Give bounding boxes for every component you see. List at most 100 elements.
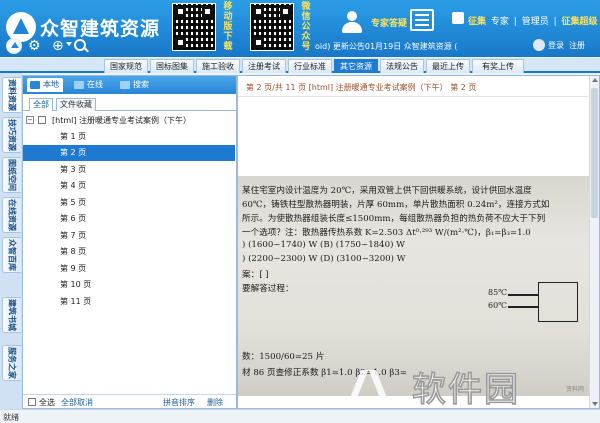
header-link-super-collect[interactable]: 征集超级: [562, 17, 598, 27]
status-bar: 就绪: [0, 409, 600, 423]
header-separator: |: [513, 17, 517, 27]
search-icon[interactable]: [74, 39, 86, 51]
divider: [238, 96, 588, 97]
root-checkbox[interactable]: [38, 116, 46, 124]
tree-page-item[interactable]: 第 10 页: [23, 277, 235, 293]
filter-tab-all[interactable]: 全部: [29, 98, 53, 111]
diagram-pipe: [508, 294, 538, 296]
globe-icon: [74, 81, 84, 89]
collapse-icon[interactable]: −: [26, 116, 34, 124]
tree-page-item[interactable]: 第 4 页: [23, 178, 235, 194]
documents-icon[interactable]: [410, 9, 434, 31]
panel-tab-label: 本地: [43, 80, 59, 89]
header-links: 征集 专家 | 管理员 | 征集超级: [438, 14, 600, 27]
search-icon: [120, 81, 130, 89]
filter-tab-favorites[interactable]: 文件收藏: [56, 98, 96, 111]
category-tabs: 国家规范 国标图集 施工验收 注册考试 行业标准 其它资源 法规公告 最近上传 …: [0, 58, 600, 73]
side-tab-label: 在线资源: [7, 199, 17, 231]
diagram-label: 85℃: [488, 288, 508, 297]
tree-page-item[interactable]: 第 8 页: [23, 244, 235, 260]
panel-tabs: 本地 在线 搜索: [23, 76, 236, 94]
tree-page-item-selected[interactable]: 第 2 页: [23, 145, 235, 161]
side-tab-label: 建筑书城: [7, 299, 17, 331]
header-link-expert[interactable]: 专家: [491, 17, 509, 27]
tree-root-label[interactable]: [html] 注册暖通专业考试案例（下午）: [52, 115, 191, 126]
side-tab-drawings[interactable]: 图纸空间: [2, 157, 21, 193]
add-icon[interactable]: ⊕: [52, 39, 64, 53]
tree-page-item[interactable]: 第 7 页: [23, 228, 235, 244]
diagram-radiator: [538, 282, 578, 322]
status-text: 就绪: [3, 413, 19, 422]
diagram-pipe: [508, 306, 538, 308]
tree-page-item[interactable]: 第 6 页: [23, 211, 235, 227]
panel-tab-online[interactable]: 在线: [71, 78, 103, 92]
panel-tab-label: 在线: [87, 80, 103, 89]
watermark-text: 软件园: [412, 370, 520, 411]
scroll-up-icon[interactable]: [592, 78, 598, 82]
side-tab-online[interactable]: 在线资源: [2, 197, 21, 233]
tab-construction-acceptance[interactable]: 施工验收: [196, 59, 240, 73]
cancel-all-link[interactable]: 全部取消: [61, 397, 93, 408]
side-tab-tips[interactable]: 技巧资源: [2, 117, 21, 153]
watermark-logo-icon: [352, 366, 406, 410]
side-tab-bookstore[interactable]: 建筑书城: [2, 297, 21, 333]
toolbar: ⚙ ⊕ oid) 更新公告01月19日 众智建筑资源 ( 登录 注册: [0, 36, 600, 58]
tree-page-item[interactable]: 第 5 页: [23, 195, 235, 211]
tree-page-item[interactable]: 第 11 页: [23, 294, 235, 310]
scan-text-line: 要解答过程：: [242, 284, 294, 294]
scroll-down-icon[interactable]: [592, 402, 598, 406]
scan-text-line: 一个选项？注：散热器传热系数 K=2.503 Δt⁰·²⁹³ W/(m²·℃)，…: [242, 228, 531, 238]
side-tab-label: 技巧资源: [7, 119, 17, 151]
tab-reward-upload[interactable]: 有奖上传: [472, 59, 524, 73]
select-all-checkbox[interactable]: [28, 398, 36, 406]
panel-tab-local[interactable]: 本地: [27, 78, 63, 92]
tree-page-item[interactable]: 第 1 页: [23, 129, 235, 145]
panel-tab-label: 搜索: [133, 80, 149, 89]
tree-page-item[interactable]: 第 9 页: [23, 261, 235, 277]
header-separator: |: [553, 17, 557, 27]
tree-root-item[interactable]: − [html] 注册暖通专业考试案例（下午）: [26, 114, 234, 128]
scan-text-line: 所示。为使散热器组装长度≤1500mm，每组散热器负担的热负荷不应大于下列: [242, 214, 546, 224]
chevron-down-icon[interactable]: [66, 42, 72, 46]
notice-ticker[interactable]: oid) 更新公告01月19日 众智建筑资源 (: [315, 41, 457, 52]
panel-tab-search[interactable]: 搜索: [117, 78, 149, 92]
scan-text-line: 数：1500/60=25 片: [242, 352, 325, 362]
side-tab-label: 服务之家: [7, 347, 17, 379]
login-user-icon: [533, 39, 545, 51]
tab-industry-standards[interactable]: 行业标准: [288, 59, 332, 73]
side-tab-label: 图纸空间: [7, 159, 17, 191]
tab-other-resources[interactable]: 其它资源: [334, 59, 378, 73]
side-tab-label: 众智百库: [7, 239, 17, 271]
scan-text-line: 60℃，铸铁柱型散热器明装，片厚 60mm，单片散热面积 0.24m²，连接方式…: [242, 200, 550, 210]
header-link-collect[interactable]: 征集: [468, 17, 486, 27]
radiator-diagram: 85℃ 60℃: [486, 272, 590, 328]
select-all-label[interactable]: 全选: [39, 397, 55, 408]
scan-text-line: ) (2200~2300) W (D) (3100~3200) W: [242, 254, 406, 264]
header-link-admin[interactable]: 管理员: [522, 17, 549, 27]
scroll-thumb[interactable]: [591, 88, 598, 218]
tab-recent-uploads[interactable]: 最近上传: [426, 59, 470, 73]
home-icon[interactable]: [6, 38, 22, 54]
delete-link[interactable]: 删除: [207, 397, 223, 408]
side-tab-service[interactable]: 服务之家: [2, 345, 21, 381]
app-window: 众智建筑资源 移动版下载 微信公众号 专家答疑 征集 专家 | 管理员 | 征集…: [0, 0, 600, 423]
side-tab-materials[interactable]: 资料资源: [2, 77, 21, 113]
scan-text-line: ) (1600~1740) W (B) (1750~1840) W: [242, 240, 405, 250]
diagram-label: 60℃: [488, 301, 508, 310]
expert-user-icon[interactable]: [340, 10, 364, 34]
tab-registration-exam[interactable]: 注册考试: [242, 59, 286, 73]
pinyin-sort-link[interactable]: 拼音排序: [163, 397, 195, 408]
side-tab-library[interactable]: 众智百库: [2, 237, 21, 273]
folder-icon: [30, 81, 40, 89]
tab-national-codes[interactable]: 国家规范: [104, 59, 148, 73]
register-link[interactable]: 注册: [569, 40, 585, 51]
login-link[interactable]: 登录: [548, 40, 564, 51]
tab-national-atlas[interactable]: 国标图集: [150, 59, 194, 73]
filter-tabs: 全部 文件收藏: [23, 96, 236, 111]
gear-icon[interactable]: ⚙: [28, 39, 42, 53]
tree-page-item[interactable]: 第 3 页: [23, 162, 235, 178]
expert-answer-link[interactable]: 专家答疑: [371, 16, 407, 29]
tab-regulations[interactable]: 法规公告: [380, 59, 424, 73]
scan-text-line: 案：[ ]: [242, 270, 269, 280]
document-page-header: 第 2 页/共 11 页 [html] 注册暖通专业考试案例（下午） 第 2 页: [246, 83, 477, 92]
